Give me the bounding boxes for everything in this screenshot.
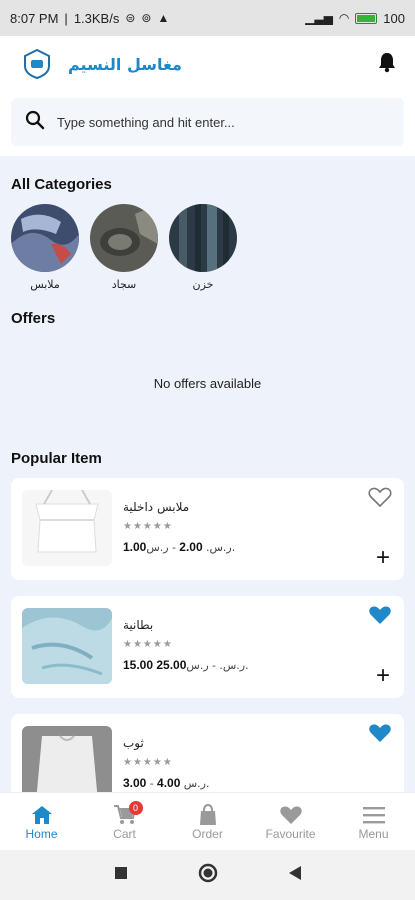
system-nav-bar — [0, 850, 415, 900]
category-carpet[interactable]: سجاد — [90, 204, 158, 291]
app-logo — [18, 45, 56, 83]
favourite-heart-filled-icon[interactable] — [368, 604, 392, 631]
category-label: سجاد — [111, 278, 137, 291]
category-label: خزن — [192, 278, 214, 291]
home-icon — [31, 803, 53, 827]
no-offers-message: No offers available — [153, 376, 262, 391]
status-bar: 8:07 PM | 1.3KB/s ⊜ ⊚ ▲ ▁▃▅ ◠ 100 — [0, 0, 415, 36]
price-sale: 3.00 — [123, 776, 147, 790]
sync-icon: ⊜ — [125, 11, 136, 25]
price-regular: 2.00 — [179, 540, 203, 554]
status-speed: 1.3KB/s — [73, 10, 120, 26]
shopping-bag-icon — [198, 803, 218, 827]
battery-icon — [355, 12, 378, 24]
bottom-nav: Home 0 Cart Order Favourite Menu — [0, 792, 415, 850]
popular-title: Popular Item — [11, 450, 102, 467]
menu-icon — [362, 803, 385, 827]
product-name: ثوب — [123, 736, 144, 750]
app-header: مغاسل النسيم — [0, 36, 415, 92]
product-price: 15.00 25.00 ر.س. - ر.س. — [123, 658, 249, 672]
category-image — [90, 204, 158, 272]
nav-favourite-label: Favourite — [265, 826, 316, 841]
product-card[interactable]: بطانية ★★★★★ 15.00 25.00 ر.س. - ر.س. + — [11, 596, 404, 698]
nav-menu-label: Menu — [358, 826, 389, 841]
product-card[interactable]: ملابس داخلية ★★★★★ 1.00 ر.س. 2.00 - ر.س. … — [11, 478, 404, 580]
cart-count-badge: 0 — [128, 800, 143, 815]
warning-icon: ▲ — [157, 11, 170, 25]
price-sale: 1.00 — [123, 540, 147, 554]
product-image — [22, 726, 112, 802]
product-rating: ★★★★★ — [123, 757, 173, 768]
nav-home-label: Home — [25, 826, 58, 841]
add-to-cart-button[interactable]: + — [376, 546, 390, 570]
product-price: 1.00 ر.س. 2.00 - ر.س. — [123, 540, 236, 554]
product-price: 3.00 - 4.00 ر.س. — [123, 776, 210, 790]
notification-bell-icon[interactable] — [377, 51, 397, 78]
product-name: بطانية — [123, 618, 154, 632]
home-button[interactable] — [198, 863, 218, 888]
product-image — [22, 608, 112, 684]
nav-cart-label: Cart — [113, 826, 136, 841]
signal-icon: ▁▃▅ — [305, 11, 333, 25]
battery-level: 100 — [383, 10, 405, 26]
nav-home[interactable]: Home — [2, 803, 82, 841]
search-input[interactable] — [57, 114, 390, 130]
back-button[interactable] — [288, 865, 302, 886]
category-image — [11, 204, 79, 272]
price-regular: 25.00 — [156, 658, 187, 672]
product-rating: ★★★★★ — [123, 639, 173, 650]
categories-list: ملابس سجاد خزن — [11, 204, 237, 291]
category-label: ملابس — [30, 278, 60, 291]
search-section — [0, 92, 415, 156]
category-clothes[interactable]: ملابس — [11, 204, 79, 291]
nav-order[interactable]: Order — [168, 803, 248, 841]
favourite-heart-outline-icon[interactable] — [368, 486, 392, 513]
brand-name: مغاسل النسيم — [68, 54, 182, 74]
data-saver-icon: ⊚ — [141, 11, 152, 25]
wifi-icon: ◠ — [338, 11, 350, 25]
search-icon — [25, 110, 45, 135]
add-to-cart-button[interactable]: + — [376, 664, 390, 688]
currency: ر.س. — [183, 777, 210, 790]
product-rating: ★★★★★ — [123, 521, 173, 532]
category-curtains[interactable]: خزن — [169, 204, 237, 291]
product-image — [22, 490, 112, 566]
status-time: 8:07 PM — [10, 10, 59, 26]
offers-title: Offers — [11, 310, 56, 327]
currency: ر.س. — [205, 541, 232, 554]
price-regular: 4.00 — [157, 776, 181, 790]
nav-cart[interactable]: 0 Cart — [85, 800, 165, 841]
recents-button[interactable] — [114, 866, 128, 885]
nav-order-label: Order — [192, 826, 223, 841]
category-image — [169, 204, 237, 272]
categories-title: All Categories — [11, 176, 112, 193]
heart-icon — [279, 803, 303, 827]
search-bar[interactable] — [11, 98, 404, 146]
nav-favourite[interactable]: Favourite — [251, 803, 331, 841]
price-sale: 15.00 — [123, 658, 154, 672]
nav-menu[interactable]: Menu — [334, 803, 414, 841]
favourite-heart-filled-icon[interactable] — [368, 722, 392, 749]
product-name: ملابس داخلية — [123, 500, 190, 514]
currency: ر.س. — [219, 659, 246, 672]
